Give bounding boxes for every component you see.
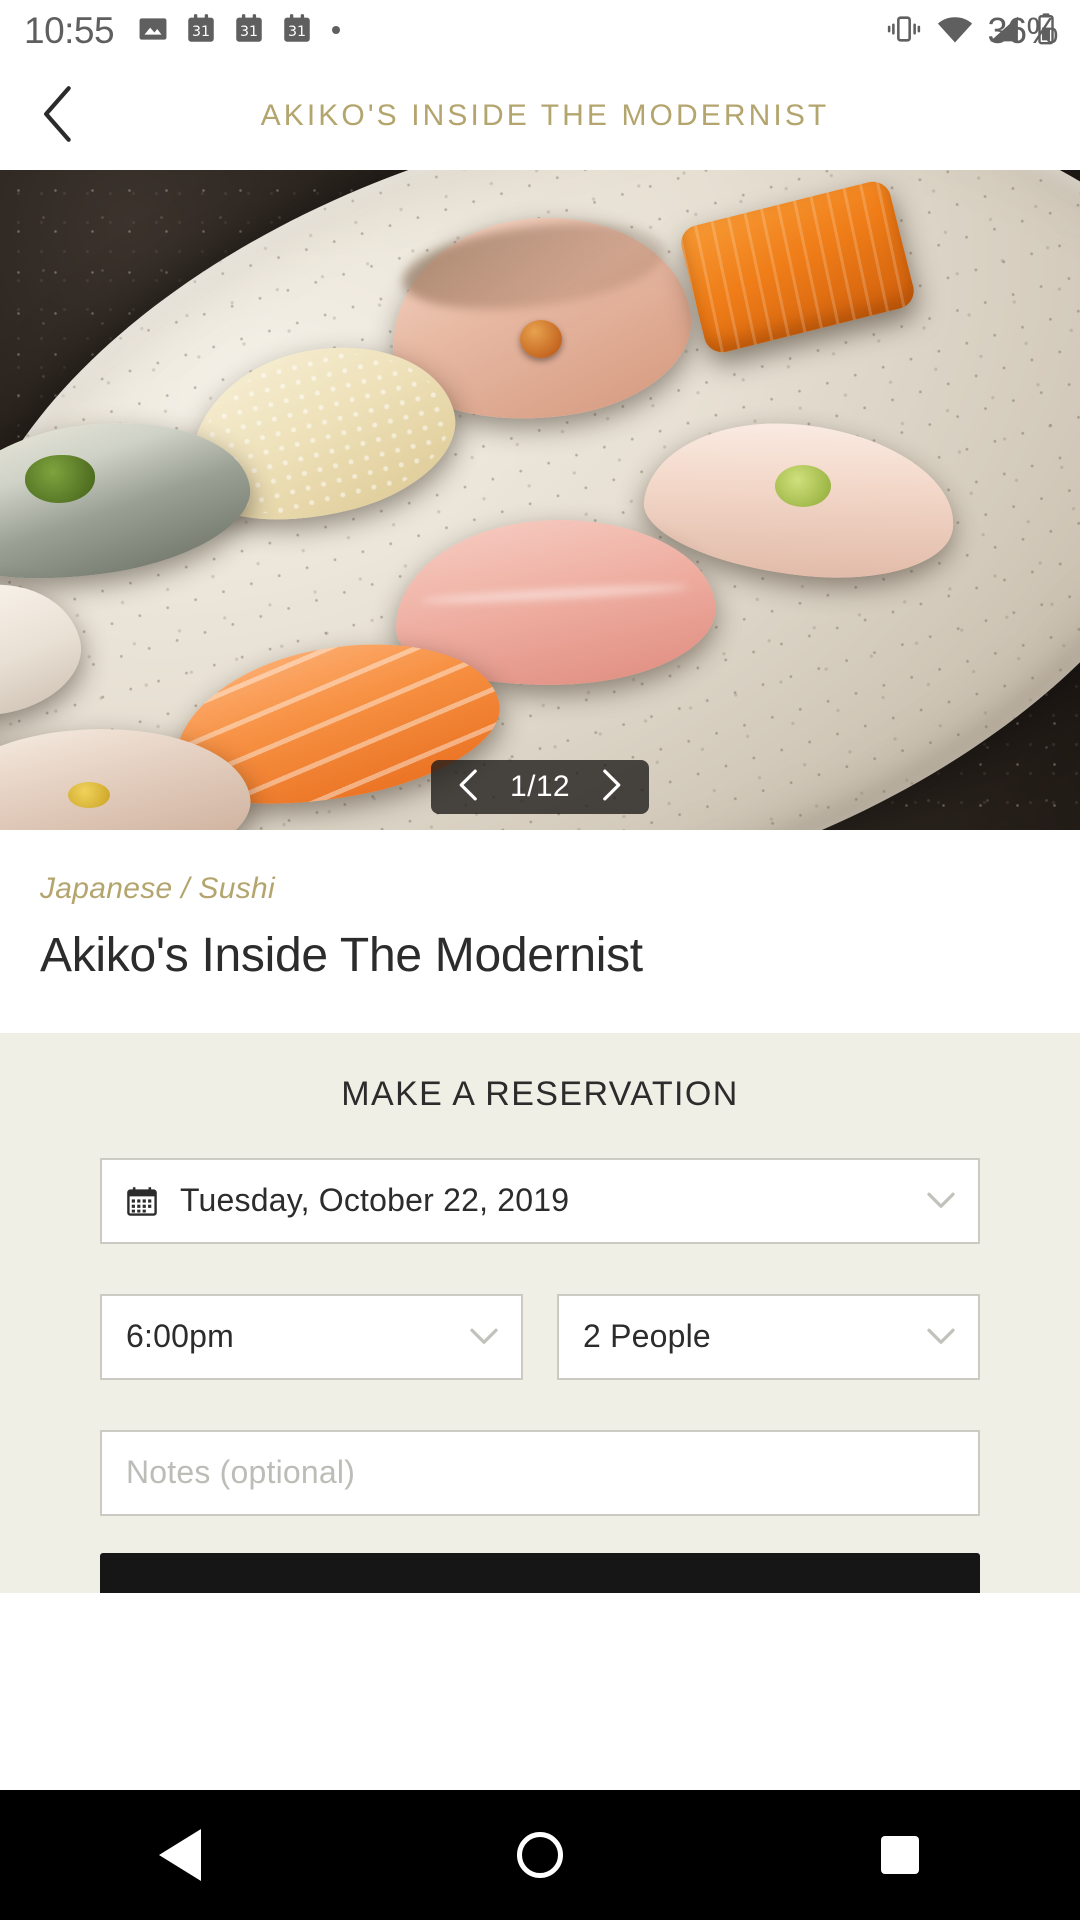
nav-back-button[interactable]: [120, 1795, 240, 1915]
chevron-left-icon: [39, 85, 79, 148]
party-size-select[interactable]: 2 People: [557, 1293, 980, 1380]
cell-signal-icon: [987, 13, 1021, 50]
time-value: 6:00pm: [126, 1318, 234, 1355]
app-header: AKIKO'S INSIDE THE MODERNIST: [0, 62, 1080, 170]
submit-reservation-button[interactable]: [100, 1552, 980, 1593]
time-select[interactable]: 6:00pm: [100, 1293, 523, 1380]
svg-text:31: 31: [192, 24, 210, 40]
dot-icon: [328, 21, 344, 42]
chevron-down-icon: [926, 1191, 956, 1211]
notes-row: Notes (optional): [100, 1429, 980, 1516]
time-party-row: 6:00pm 2 People: [100, 1293, 980, 1380]
wifi-icon: [936, 13, 974, 50]
nav-home-button[interactable]: [480, 1795, 600, 1915]
nav-recents-button[interactable]: [840, 1795, 960, 1915]
carousel-counter: 1/12: [510, 770, 570, 803]
date-value: Tuesday, October 22, 2019: [180, 1182, 570, 1219]
battery-icon: [1034, 12, 1058, 51]
reservation-section: MAKE A RESERVATION Tuesday, October 22, …: [0, 1032, 1080, 1593]
reservation-heading: MAKE A RESERVATION: [341, 1074, 739, 1113]
android-navigation-bar: [0, 1790, 1080, 1920]
carousel-prev-button[interactable]: [449, 767, 489, 807]
vibrate-icon: [885, 12, 923, 51]
square-recents-icon: [881, 1836, 919, 1874]
status-bar: 10:55 31 31 31: [0, 0, 1080, 62]
chevron-down-icon: [469, 1327, 499, 1347]
svg-text:31: 31: [240, 24, 258, 40]
carousel-pagination: 1/12: [431, 760, 649, 814]
status-bar-clock: 10:55: [24, 10, 115, 51]
notes-placeholder: Notes (optional): [126, 1454, 356, 1491]
calendar-31-icon: 31: [280, 12, 314, 51]
restaurant-info: Japanese / Sushi Akiko's Inside The Mode…: [0, 830, 1080, 1033]
calendar-31-icon: 31: [184, 12, 218, 51]
triangle-back-icon: [159, 1829, 201, 1881]
back-button[interactable]: [24, 81, 94, 151]
page-title: AKIKO'S INSIDE THE MODERNIST: [260, 99, 830, 132]
restaurant-name: Akiko's Inside The Modernist: [40, 929, 643, 982]
photo-carousel[interactable]: 1/12: [0, 170, 1080, 830]
restaurant-photo: [0, 170, 1080, 830]
svg-text:31: 31: [288, 24, 306, 40]
carousel-next-button[interactable]: [591, 767, 631, 807]
circle-home-icon: [517, 1832, 563, 1878]
status-bar-notification-icons: 31 31 31: [136, 12, 344, 51]
chevron-left-icon: [456, 768, 482, 807]
date-select[interactable]: Tuesday, October 22, 2019: [100, 1157, 980, 1244]
cuisine-label[interactable]: Japanese / Sushi: [40, 872, 1040, 906]
calendar-31-icon: 31: [232, 12, 266, 51]
party-size-value: 2 People: [583, 1318, 711, 1355]
calendar-icon: [126, 1185, 158, 1217]
reservation-form: Tuesday, October 22, 2019 6:00pm 2 Peopl…: [0, 1157, 1080, 1516]
chevron-down-icon: [926, 1327, 956, 1347]
image-icon: [136, 12, 170, 51]
notes-input[interactable]: Notes (optional): [100, 1429, 980, 1516]
chevron-right-icon: [598, 768, 624, 807]
status-bar-system-icons: [885, 0, 1058, 62]
